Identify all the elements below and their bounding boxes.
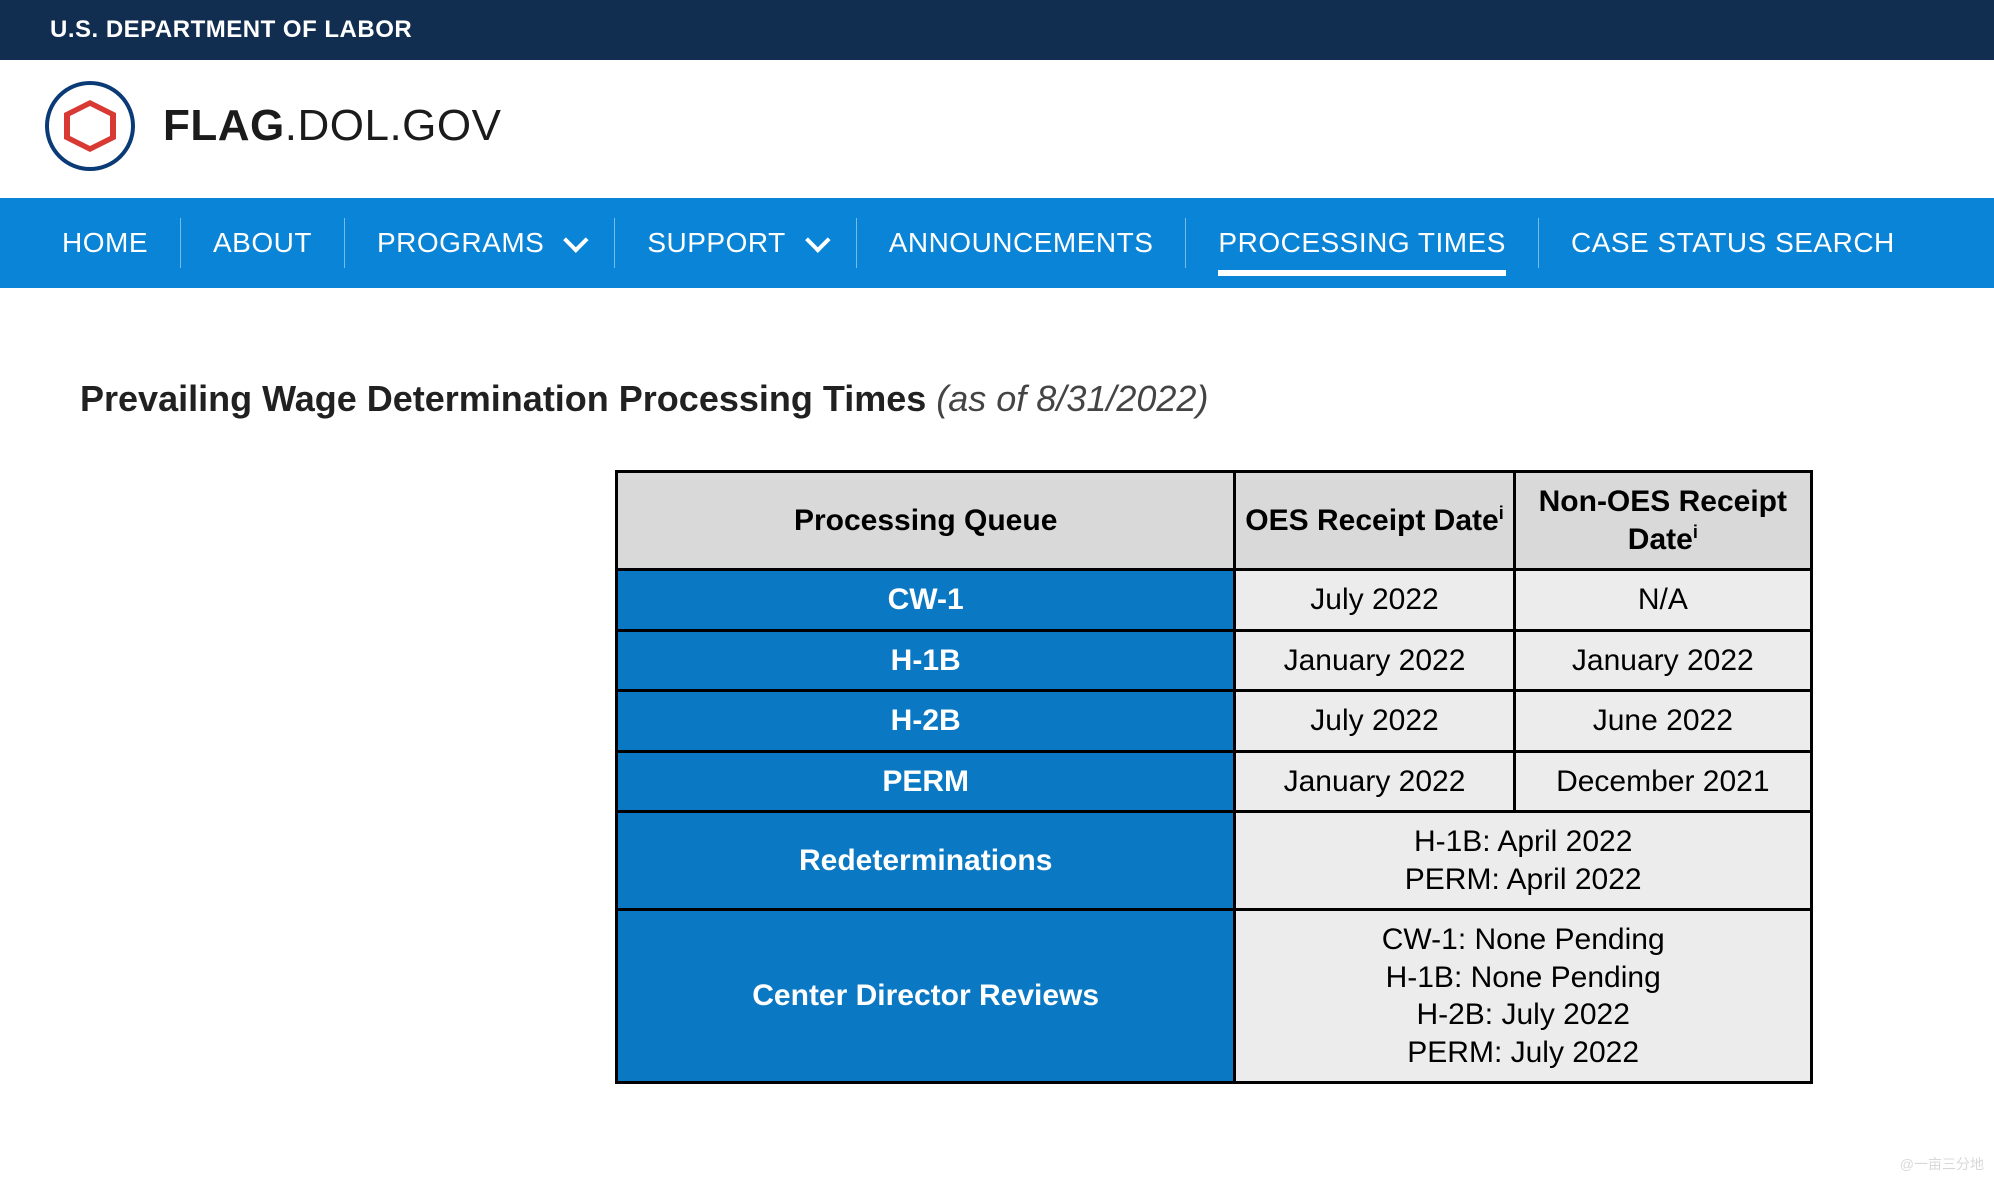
nav-item-support[interactable]: SUPPORT (615, 198, 855, 288)
merged-line: H-2B: July 2022 (1244, 996, 1802, 1034)
row-label: H-1B (617, 630, 1235, 691)
nav-item-announcements[interactable]: ANNOUNCEMENTS (857, 198, 1186, 288)
page-heading: Prevailing Wage Determination Processing… (80, 378, 1914, 420)
nav-item-label: PROGRAMS (377, 227, 544, 259)
cell-oes: July 2022 (1235, 691, 1514, 752)
gov-top-bar: U.S. DEPARTMENT OF LABOR (0, 0, 1994, 60)
table-row: H-2BJuly 2022June 2022 (617, 691, 1812, 752)
nav-item-label: PROCESSING TIMES (1218, 227, 1506, 259)
row-label: Center Director Reviews (617, 910, 1235, 1083)
cell-merged: CW-1: None PendingH-1B: None PendingH-2B… (1235, 910, 1812, 1083)
row-label: H-2B (617, 691, 1235, 752)
page-content: Prevailing Wage Determination Processing… (0, 288, 1994, 1144)
merged-line: H-1B: April 2022 (1244, 823, 1802, 861)
nav-item-processing-times[interactable]: PROCESSING TIMES (1186, 198, 1538, 288)
chevron-down-icon (563, 227, 588, 252)
col-header-queue: Processing Queue (617, 472, 1235, 570)
cell-non-oes: January 2022 (1514, 630, 1811, 691)
page-heading-main: Prevailing Wage Determination Processing… (80, 378, 936, 419)
page-heading-asof: (as of 8/31/2022) (936, 378, 1208, 419)
col-header-non-oes: Non-OES Receipt Datei (1514, 472, 1811, 570)
cell-non-oes: December 2021 (1514, 751, 1811, 812)
nav-item-label: HOME (62, 227, 148, 259)
primary-nav: HOME ABOUT PROGRAMS SUPPORT ANNOUNCEMENTS PRO… (0, 198, 1994, 288)
merged-line: CW-1: None Pending (1244, 921, 1802, 959)
cell-merged: H-1B: April 2022PERM: April 2022 (1235, 812, 1812, 910)
table-header-row: Processing Queue OES Receipt Datei Non-O… (617, 472, 1812, 570)
row-label: Redeterminations (617, 812, 1235, 910)
watermark: @一亩三分地 (1900, 1154, 1984, 1174)
nav-item-label: CASE STATUS SEARCH (1571, 227, 1895, 259)
table-row: CW-1July 2022N/A (617, 570, 1812, 631)
merged-line: PERM: April 2022 (1244, 861, 1802, 899)
chevron-down-icon (805, 227, 830, 252)
processing-times-table: Processing Queue OES Receipt Datei Non-O… (615, 470, 1813, 1084)
row-label: CW-1 (617, 570, 1235, 631)
cell-oes: July 2022 (1235, 570, 1514, 631)
nav-item-case-status-search[interactable]: CASE STATUS SEARCH (1539, 198, 1927, 288)
gov-top-bar-label: U.S. DEPARTMENT OF LABOR (50, 16, 412, 44)
col-header-oes: OES Receipt Datei (1235, 472, 1514, 570)
merged-line: H-1B: None Pending (1244, 959, 1802, 997)
dol-seal-icon (45, 81, 135, 171)
footnote-marker-oes: i (1499, 503, 1504, 523)
cell-non-oes: N/A (1514, 570, 1811, 631)
nav-item-about[interactable]: ABOUT (181, 198, 344, 288)
col-header-non-oes-text: Non-OES Receipt Date (1539, 485, 1787, 556)
table-row: PERMJanuary 2022December 2021 (617, 751, 1812, 812)
nav-item-label: SUPPORT (647, 227, 785, 259)
nav-item-home[interactable]: HOME (30, 198, 180, 288)
nav-item-label: ABOUT (213, 227, 312, 259)
table-row-merged: Center Director ReviewsCW-1: None Pendin… (617, 910, 1812, 1083)
nav-item-programs[interactable]: PROGRAMS (345, 198, 614, 288)
cell-oes: January 2022 (1235, 751, 1514, 812)
site-title-bold: FLAG (163, 101, 285, 150)
site-title[interactable]: FLAG.DOL.GOV (163, 101, 501, 151)
cell-non-oes: June 2022 (1514, 691, 1811, 752)
table-row-merged: RedeterminationsH-1B: April 2022PERM: Ap… (617, 812, 1812, 910)
merged-line: PERM: July 2022 (1244, 1034, 1802, 1072)
footnote-marker-non-oes: i (1693, 522, 1698, 542)
dol-seal-inner-icon (64, 100, 116, 152)
site-header: FLAG.DOL.GOV (0, 60, 1994, 198)
table-row: H-1BJanuary 2022January 2022 (617, 630, 1812, 691)
nav-item-label: ANNOUNCEMENTS (889, 227, 1154, 259)
col-header-oes-text: OES Receipt Date (1245, 504, 1498, 537)
cell-oes: January 2022 (1235, 630, 1514, 691)
row-label: PERM (617, 751, 1235, 812)
site-title-rest: .DOL.GOV (285, 101, 502, 150)
